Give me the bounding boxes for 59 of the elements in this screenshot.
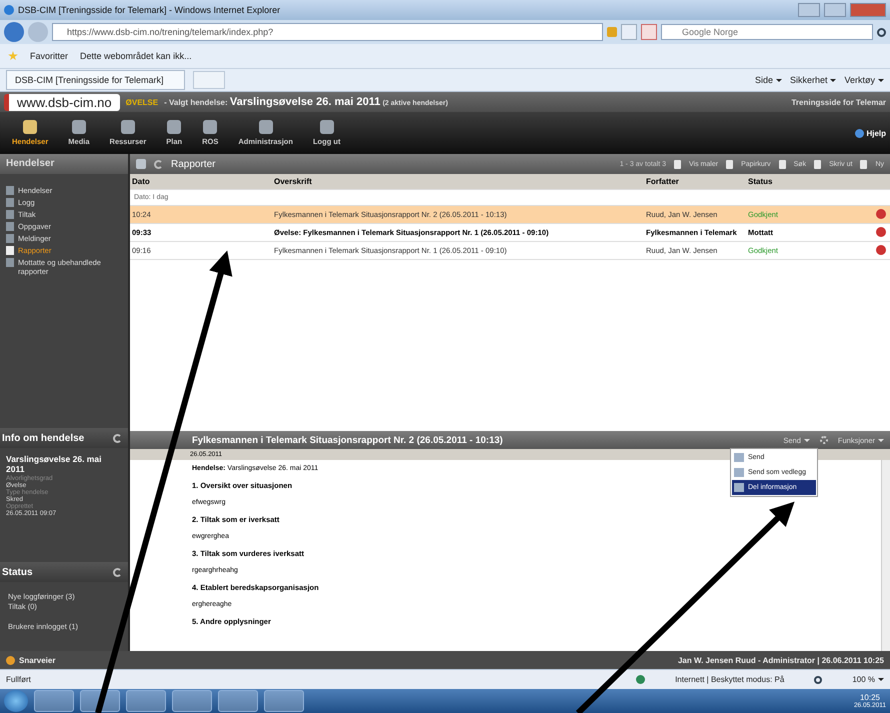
zoom-icon[interactable] — [814, 676, 822, 684]
command-menu[interactable]: Sikkerhet — [790, 75, 836, 85]
window-title: DSB-CIM [Treningsside for Telemark] - Windows Internet Explorer — [18, 5, 280, 15]
list-icon — [136, 159, 146, 169]
command-menu[interactable]: Verktøy — [844, 75, 884, 85]
maximize-button[interactable] — [824, 3, 846, 17]
minimize-button[interactable] — [798, 3, 820, 17]
refresh-icon[interactable] — [113, 568, 122, 576]
shortcuts-icon[interactable] — [6, 656, 15, 664]
favorite-link[interactable]: Dette webområdet kan ikk... — [80, 51, 192, 61]
refresh-button[interactable] — [621, 24, 637, 40]
column-header[interactable]: Overskrift — [272, 177, 644, 186]
caret-icon — [830, 78, 836, 82]
site-logo[interactable]: www.dsb-cim.no — [4, 94, 120, 110]
panel-title: Rapporter — [171, 158, 216, 170]
panel-header: Hendelser — [0, 154, 128, 174]
panel-header: Status — [2, 566, 33, 578]
command-menu[interactable]: Side — [754, 75, 782, 85]
document-icon[interactable] — [860, 160, 868, 168]
user-info: Jan W. Jensen Ruud - Administrator | 26.06.2011 10:25 — [678, 656, 884, 664]
caret-icon — [878, 678, 884, 682]
document-icon[interactable] — [674, 160, 682, 168]
caret-icon — [878, 439, 884, 442]
browser-tab[interactable]: DSB-CIM [Treningsside for Telemark] — [6, 70, 185, 90]
stop-button[interactable] — [641, 24, 657, 40]
security-zone: Internett | Beskyttet modus: På — [675, 675, 784, 684]
document-icon[interactable] — [726, 160, 734, 168]
column-header[interactable]: Dato — [130, 177, 272, 186]
gear-icon[interactable] — [820, 436, 828, 444]
zoom-button[interactable]: 100 % — [852, 675, 884, 684]
site-name: Treningsside for Telemar — [791, 98, 886, 106]
caret-icon — [878, 78, 884, 82]
status-text: Fullført — [6, 675, 31, 684]
taskbar-app-icon[interactable] — [80, 690, 120, 712]
globe-icon — [636, 675, 646, 684]
start-button[interactable] — [4, 690, 28, 712]
search-icon[interactable] — [877, 28, 886, 36]
document-icon[interactable] — [814, 160, 822, 168]
search-field[interactable]: Google Norge — [661, 24, 873, 40]
help-link[interactable]: Hjelp — [866, 128, 886, 138]
refresh-icon[interactable] — [154, 160, 163, 168]
column-header[interactable]: Forfatter — [644, 177, 746, 186]
padlock-icon — [607, 27, 617, 37]
caret-icon — [776, 78, 782, 82]
shortcuts-link[interactable]: Snarveier — [19, 656, 56, 664]
scrollbar[interactable] — [881, 460, 890, 651]
column-header[interactable]: Status — [746, 177, 874, 186]
help-icon[interactable] — [855, 128, 864, 138]
caret-icon — [804, 439, 810, 442]
document-icon[interactable] — [778, 160, 786, 168]
browser-icon — [4, 5, 14, 15]
favorites-button[interactable]: Favoritter — [30, 51, 68, 61]
refresh-icon[interactable] — [113, 434, 122, 442]
event-name: Varslingsøvelse 26. mai 2011 — [6, 454, 102, 474]
address-field[interactable]: https://www.dsb-cim.no/trening/telemark/index.php? — [52, 23, 603, 41]
panel-title: Fylkesmannen i Telemark Situasjonsrapport Nr. 2 (26.05.2011 - 10:13) — [192, 434, 503, 446]
panel-header: Info om hendelse — [2, 432, 84, 444]
back-button[interactable] — [4, 22, 24, 42]
exercise-label: ØVELSE — [126, 98, 158, 106]
